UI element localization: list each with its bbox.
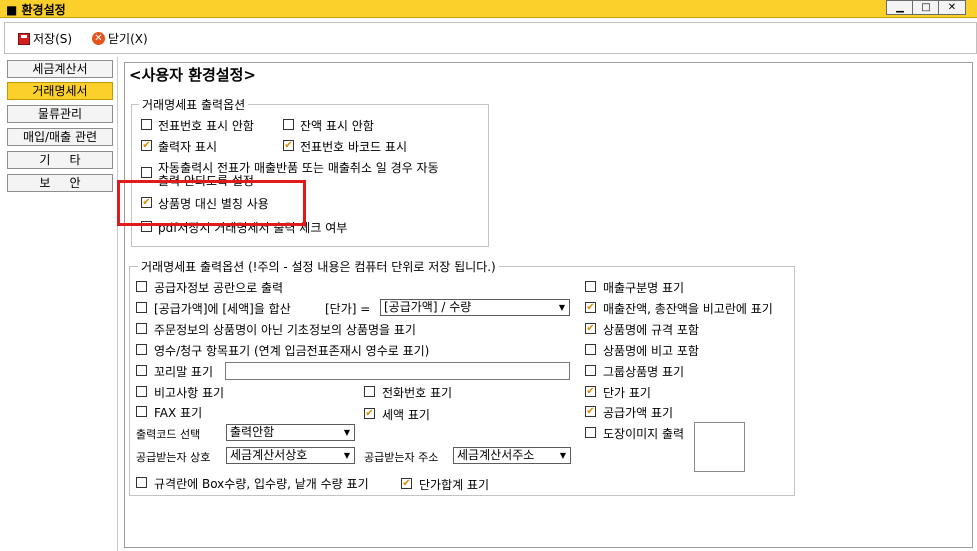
checkbox-group-name[interactable] xyxy=(585,365,596,376)
stamp-image-preview[interactable] xyxy=(694,422,745,472)
select-receiver-name-value: 세금계산서상호 xyxy=(230,448,308,462)
toolbar: 저장(S) ✕ 닫기(X) xyxy=(4,22,977,54)
checkbox-auto-print[interactable] xyxy=(141,167,152,178)
window-title-text: 환경설정 xyxy=(21,3,66,17)
checkbox-stamp-image[interactable] xyxy=(585,427,596,438)
label-print-code: 출력코드 선택 xyxy=(136,428,201,441)
checkbox-no-balance[interactable] xyxy=(283,119,294,130)
footer-text-input[interactable] xyxy=(225,362,570,380)
select-unit-price-value: [공급가액] / 수량 xyxy=(384,300,472,314)
select-receiver-address[interactable]: 세금계산서주소 ▼ xyxy=(453,447,571,464)
label-receiver-address: 공급받는자 주소 xyxy=(364,451,439,464)
label-sum-amount: [공급가액]에 [세액]을 합산 xyxy=(154,302,291,316)
page-title: <사용자 환경설정> xyxy=(129,66,256,84)
label-slip-barcode: 전표번호 바코드 표시 xyxy=(300,140,407,154)
dropdown-arrow-icon: ▼ xyxy=(340,425,354,440)
label-no-balance: 잔액 표시 안함 xyxy=(300,119,374,133)
close-window-button[interactable]: ✕ xyxy=(938,0,966,15)
checkbox-spec-in-name[interactable]: ✔ xyxy=(585,323,596,334)
checkbox-remark-in-name[interactable] xyxy=(585,344,596,355)
save-button[interactable]: 저장(S) xyxy=(18,30,72,47)
label-stamp-image: 도장이미지 출력 xyxy=(603,427,685,441)
floppy-disk-icon xyxy=(18,32,30,45)
label-phone: 전화번호 표기 xyxy=(382,386,453,400)
select-receiver-address-value: 세금계산서주소 xyxy=(457,448,535,462)
label-footer: 꼬리말 표기 xyxy=(154,365,214,379)
nav-tax-invoice[interactable]: 세금계산서 xyxy=(7,60,113,78)
group2-legend: 거래명세표 출력옵션 (!주의 - 설정 내용은 컴퓨터 단위로 저장 됩니다.… xyxy=(138,258,499,275)
nav-security[interactable]: 보 안 xyxy=(7,174,113,192)
label-receiver-name: 공급받는자 상호 xyxy=(136,451,211,464)
checkbox-slip-barcode[interactable]: ✔ xyxy=(283,140,294,151)
dropdown-arrow-icon: ▼ xyxy=(340,448,354,463)
checkbox-order-basic-name[interactable] xyxy=(136,323,147,334)
checkbox-sales-type[interactable] xyxy=(585,281,596,292)
window-title: ■ 환경설정 xyxy=(6,3,66,17)
label-balance-compare: 매출잔액, 총잔액을 비고란에 표기 xyxy=(603,302,773,316)
checkbox-remarks[interactable] xyxy=(136,386,147,397)
highlight-box xyxy=(117,180,306,226)
label-order-basic-name: 주문정보의 상품명이 아닌 기초정보의 상품명을 표기 xyxy=(154,323,416,337)
nav-purchase-sales[interactable]: 매입/매출 관련 xyxy=(7,128,113,146)
checkbox-unit-total[interactable]: ✔ xyxy=(401,478,412,489)
checkbox-sum-amount[interactable] xyxy=(136,302,147,313)
select-print-code-value: 출력안함 xyxy=(230,425,275,439)
label-unit-price-formula: [단가] = xyxy=(325,302,371,316)
select-receiver-name[interactable]: 세금계산서상호 ▼ xyxy=(226,447,355,464)
checkbox-printer-show[interactable]: ✔ xyxy=(141,140,152,151)
maximize-button[interactable]: □ xyxy=(912,0,940,15)
label-printer-show: 출력자 표시 xyxy=(158,140,218,154)
label-unit-total: 단가합계 표기 xyxy=(419,478,490,492)
nav-transaction-statement[interactable]: 거래명세서 xyxy=(7,82,113,100)
label-remark-in-name: 상품명에 비고 포함 xyxy=(603,344,699,358)
label-remarks: 비고사항 표기 xyxy=(154,386,225,400)
checkbox-receipt-claim[interactable] xyxy=(136,344,147,355)
checkbox-footer[interactable] xyxy=(136,365,147,376)
checkbox-balance-compare[interactable]: ✔ xyxy=(585,302,596,313)
close-label: 닫기(X) xyxy=(108,32,148,46)
label-tax: 세액 표기 xyxy=(382,408,430,422)
label-group-name: 그룹상품명 표기 xyxy=(603,365,685,379)
checkbox-box-qty[interactable] xyxy=(136,477,147,488)
dropdown-arrow-icon: ▼ xyxy=(555,300,569,315)
checkbox-fax[interactable] xyxy=(136,406,147,417)
select-unit-price-formula[interactable]: [공급가액] / 수량 ▼ xyxy=(380,299,570,316)
label-unit-price: 단가 표기 xyxy=(603,386,651,400)
checkbox-no-slip-no[interactable] xyxy=(141,119,152,130)
label-receipt-claim: 영수/청구 항목표기 (연계 입금전표존재시 영수로 표기) xyxy=(154,344,430,358)
label-spec-in-name: 상품명에 규격 포함 xyxy=(603,323,699,337)
label-box-qty: 규격란에 Box수량, 입수량, 낱개 수량 표기 xyxy=(154,477,369,491)
checkbox-phone[interactable] xyxy=(364,386,375,397)
select-print-code[interactable]: 출력안함 ▼ xyxy=(226,424,355,441)
title-bar: ■ 환경설정 ▁ □ ✕ xyxy=(0,0,977,18)
label-fax: FAX 표기 xyxy=(154,406,203,420)
minimize-button[interactable]: ▁ xyxy=(886,0,914,15)
dropdown-arrow-icon: ▼ xyxy=(556,448,570,463)
close-button[interactable]: ✕ 닫기(X) xyxy=(92,30,148,47)
close-circle-icon: ✕ xyxy=(92,32,105,45)
checkbox-supply-amount[interactable]: ✔ xyxy=(585,406,596,417)
label-sales-type: 매출구분명 표기 xyxy=(603,281,685,295)
label-no-slip-no: 전표번호 표시 안함 xyxy=(158,119,254,133)
nav-etc[interactable]: 기 타 xyxy=(7,151,113,169)
label-supply-amount: 공급가액 표기 xyxy=(603,406,674,420)
label-supplier-blank: 공급자정보 공란으로 출력 xyxy=(154,281,284,295)
checkbox-tax[interactable]: ✔ xyxy=(364,408,375,419)
group1-legend: 거래명세표 출력옵션 xyxy=(139,96,249,113)
checkbox-supplier-blank[interactable] xyxy=(136,281,147,292)
nav-logistics[interactable]: 물류관리 xyxy=(7,105,113,123)
checkbox-unit-price[interactable]: ✔ xyxy=(585,386,596,397)
save-label: 저장(S) xyxy=(33,32,73,46)
